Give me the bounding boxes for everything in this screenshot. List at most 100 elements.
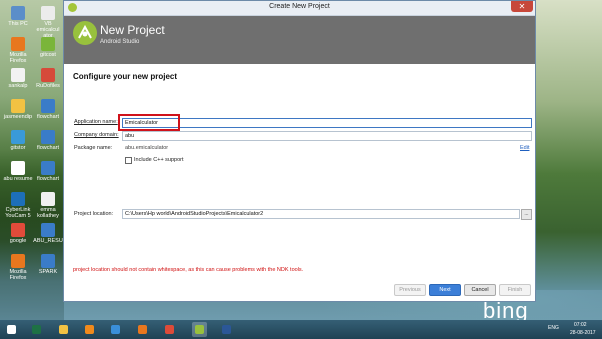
clock-date[interactable]: 28-08-2017 (570, 330, 596, 336)
page-heading: Configure your new project (73, 72, 178, 81)
project-location-label: Project location: (74, 211, 114, 217)
package-name-label: Package name: (74, 145, 113, 151)
desktop-icon-label: flowchart (36, 114, 59, 120)
cancel-button[interactable]: Cancel (464, 284, 496, 296)
package-name-value: abu.emicalculator (125, 145, 169, 151)
desktop-icon[interactable]: RuDofiles (33, 68, 63, 89)
start-button-icon (7, 325, 16, 334)
desktop-app-icon (11, 254, 25, 268)
desktop-app-icon (41, 161, 55, 175)
desktop-app-icon (11, 37, 25, 51)
desktop-icon[interactable]: emma kollathey (33, 192, 63, 219)
word-icon (222, 325, 231, 334)
desktop-icon[interactable]: VB emicalcul ator (33, 6, 63, 39)
taskbar-firefox-icon[interactable] (135, 322, 150, 337)
desktop-icon-label: flowchart (36, 145, 59, 151)
next-button[interactable]: Next (429, 284, 461, 296)
desktop-app-icon (11, 223, 25, 237)
desktop-app-icon (11, 161, 25, 175)
chrome-icon (165, 325, 174, 334)
taskbar-excel-icon[interactable] (29, 322, 44, 337)
desktop-app-icon (11, 99, 25, 113)
desktop-icon-label: Mozilla Firefox (9, 52, 27, 64)
title-bar: Create New Project ✕ (64, 1, 535, 16)
desktop-icon-label: ABU_RESU (33, 238, 63, 244)
desktop-icon[interactable]: sankalp (3, 68, 33, 89)
vlc-icon (85, 325, 94, 334)
desktop-icon[interactable]: This PC (3, 6, 33, 27)
highlight-box (118, 114, 180, 131)
android-studio-icon (195, 325, 204, 334)
desktop-app-icon (11, 192, 25, 206)
clock-time[interactable]: 07:02 (574, 322, 587, 328)
desktop-icon[interactable]: Mozilla Firefox (3, 254, 33, 281)
desktop-app-icon (41, 68, 55, 82)
desktop-icon-label: gitcost (40, 52, 56, 58)
desktop-app-icon (11, 6, 25, 20)
application-name-label: Application name: (74, 119, 118, 125)
desktop-icon-label: SPARK (38, 269, 58, 275)
desktop-icon-label: google (9, 238, 27, 244)
window-title: Create New Project (269, 3, 330, 10)
taskbar-android-studio-icon[interactable] (192, 322, 207, 337)
desktop-icon[interactable]: jasmeendip (3, 99, 33, 120)
desktop-app-icon (41, 192, 55, 206)
desktop-icon[interactable]: flowchart (33, 161, 63, 182)
desktop-app-icon (41, 254, 55, 268)
taskbar-internet-explorer-icon[interactable] (108, 322, 123, 337)
desktop-icon-label: Mozilla Firefox (9, 269, 27, 281)
warning-message: project location should not contain whit… (73, 267, 304, 273)
dialog-header: New Project Android Studio (64, 16, 535, 64)
excel-icon (32, 325, 41, 334)
taskbar-vlc-icon[interactable] (82, 322, 97, 337)
project-location-input[interactable]: C:\Users\Hp world\AndroidStudioProjects\… (122, 209, 520, 219)
desktop-icon-label: gitstor (10, 145, 26, 151)
taskbar-word-icon[interactable] (219, 322, 234, 337)
desktop-icon[interactable]: abu resume (3, 161, 33, 182)
desktop-icon[interactable]: gitstor (3, 130, 33, 151)
desktop-icon-label: emma kollathey (37, 207, 59, 219)
file-explorer-icon (59, 325, 68, 334)
taskbar-file-explorer-icon[interactable] (56, 322, 71, 337)
android-studio-logo-icon (73, 21, 97, 45)
taskbar-start-button-icon[interactable] (4, 322, 19, 337)
desktop-app-icon (41, 6, 55, 20)
language-indicator[interactable]: ENG (548, 325, 559, 331)
company-domain-label: Company domain: (74, 132, 119, 138)
desktop-app-icon (11, 68, 25, 82)
desktop-icon-label: abu resume (3, 176, 33, 182)
desktop-icon[interactable]: SPARK (33, 254, 63, 275)
edit-package-link[interactable]: Edit (520, 145, 529, 151)
desktop-icon[interactable]: ABU_RESU (33, 223, 63, 244)
cpp-support-checkbox[interactable] (125, 157, 132, 164)
dialog-content: Configure your new project Application n… (64, 64, 535, 301)
previous-button[interactable]: Previous (394, 284, 426, 296)
application-name-input[interactable]: Emicalculator (122, 118, 532, 128)
desktop-icon-label: RuDofiles (36, 83, 60, 89)
desktop-trees-right (534, 0, 602, 290)
desktop-icon[interactable]: Mozilla Firefox (3, 37, 33, 64)
desktop-icon-label: This PC (8, 21, 28, 27)
desktop-app-icon (41, 37, 55, 51)
desktop-icon[interactable]: flowchart (33, 130, 63, 151)
header-title: New Project (100, 23, 165, 37)
desktop-icon-label: sankalp (8, 83, 28, 89)
firefox-icon (138, 325, 147, 334)
desktop-icon[interactable]: flowchart (33, 99, 63, 120)
desktop-icon[interactable]: CyberLink YouCam 5 (3, 192, 33, 219)
taskbar-chrome-icon[interactable] (162, 322, 177, 337)
desktop-icon-label: jasmeendip (3, 114, 33, 120)
desktop-icon[interactable]: google (3, 223, 33, 244)
desktop-app-icon (11, 130, 25, 144)
browse-button[interactable]: ... (521, 209, 532, 220)
desktop-app-icon (41, 130, 55, 144)
taskbar: ENG 07:02 28-08-2017 (0, 320, 602, 339)
company-domain-input[interactable]: abu (122, 131, 532, 141)
desktop-icon-label: flowchart (36, 176, 59, 182)
finish-button[interactable]: Finish (499, 284, 531, 296)
desktop-icon[interactable]: gitcost (33, 37, 63, 58)
close-button[interactable]: ✕ (511, 1, 533, 12)
desktop-icon-label: CyberLink YouCam 5 (5, 207, 31, 219)
desktop-app-icon (41, 99, 55, 113)
cpp-support-label: Include C++ support (134, 157, 184, 163)
